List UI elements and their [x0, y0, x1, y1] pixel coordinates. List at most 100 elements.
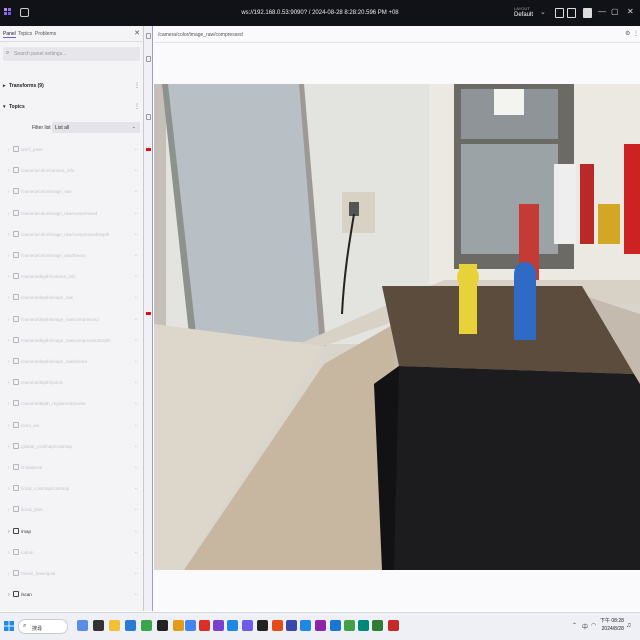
- topic-visibility-icon[interactable]: [13, 188, 19, 195]
- taskbar-clock[interactable]: 下午 08:28 2024/8/28: [600, 617, 624, 633]
- app-icon[interactable]: [199, 620, 210, 631]
- chevron-right-icon[interactable]: ›: [8, 189, 10, 195]
- chevron-down-icon[interactable]: ⌄: [540, 8, 546, 16]
- chevron-down-icon[interactable]: ⌄: [134, 591, 138, 597]
- app-icon[interactable]: [300, 620, 311, 631]
- chevron-down-icon[interactable]: ⌄: [134, 167, 138, 173]
- topic-visibility-icon[interactable]: [13, 230, 19, 237]
- chevron-down-icon[interactable]: ⌄: [134, 316, 138, 322]
- chevron-down-icon[interactable]: ⌄: [134, 188, 138, 194]
- topic-visibility-icon[interactable]: [13, 442, 19, 449]
- tab-topics[interactable]: Topics: [18, 31, 32, 37]
- app-icon[interactable]: [77, 620, 88, 631]
- foxglove-icon[interactable]: [242, 620, 253, 631]
- panel-icon[interactable]: [146, 56, 151, 62]
- chevron-right-icon[interactable]: ›: [8, 444, 10, 450]
- taskbar-search[interactable]: ⌕ 搜尋: [18, 619, 68, 634]
- chevron-down-icon[interactable]: ⌄: [134, 443, 138, 449]
- topic-visibility-icon[interactable]: [13, 315, 19, 322]
- chevron-right-icon[interactable]: ›: [8, 550, 10, 556]
- app-icon[interactable]: [141, 620, 152, 631]
- close-icon[interactable]: ✕: [627, 7, 634, 16]
- app-icon[interactable]: [93, 620, 104, 631]
- chevron-right-icon[interactable]: ›: [8, 338, 10, 344]
- chevron-right-icon[interactable]: ›: [8, 295, 10, 301]
- app-icon[interactable]: [344, 620, 355, 631]
- topic-row[interactable]: › /camera/color/image_raw/compressed ⌄: [0, 203, 143, 224]
- chrome-icon[interactable]: [185, 620, 196, 631]
- topic-row[interactable]: › /camera/color/image_raw ⌄: [0, 181, 143, 202]
- chevron-down-icon[interactable]: ⌄: [134, 379, 138, 385]
- camera-image[interactable]: [154, 84, 640, 570]
- chevron-down-icon[interactable]: ⌄: [134, 485, 138, 491]
- topic-row[interactable]: › /camera/depth/image_raw/theora ⌄: [0, 351, 143, 372]
- chevron-down-icon[interactable]: ⌄: [134, 549, 138, 555]
- topic-visibility-icon[interactable]: [13, 527, 19, 534]
- transforms-section[interactable]: ▸ Transforms (9): [3, 83, 44, 89]
- topic-visibility-icon[interactable]: [13, 421, 19, 428]
- chevron-right-icon[interactable]: ›: [8, 359, 10, 365]
- topic-visibility-icon[interactable]: [13, 146, 19, 152]
- chevron-down-icon[interactable]: ⌄: [134, 294, 138, 300]
- wifi-icon[interactable]: ◠: [591, 622, 596, 629]
- chevron-up-icon[interactable]: ⌃: [572, 622, 577, 629]
- topic-visibility-icon[interactable]: [13, 400, 19, 407]
- topic-row[interactable]: › /cmd_vel ⌄: [0, 415, 143, 436]
- panel-icon[interactable]: [146, 33, 151, 39]
- chevron-right-icon[interactable]: ›: [8, 253, 10, 259]
- notification-icon[interactable]: ♫: [626, 622, 631, 629]
- chevron-down-icon[interactable]: ⌄: [134, 231, 138, 237]
- windows-start-icon[interactable]: [4, 621, 14, 631]
- chevron-down-icon[interactable]: ⌄: [134, 400, 138, 406]
- topic-visibility-icon[interactable]: [13, 548, 19, 555]
- chevron-down-icon[interactable]: ⌄: [134, 210, 138, 216]
- chevron-down-icon[interactable]: ⌄: [134, 252, 138, 258]
- close-icon[interactable]: ✕: [134, 29, 140, 37]
- vscode-icon[interactable]: [125, 620, 136, 631]
- left-sidebar-icon[interactable]: [555, 8, 564, 18]
- topic-row[interactable]: › /local_plan ⌄: [0, 499, 143, 520]
- chevron-right-icon[interactable]: ›: [8, 274, 10, 280]
- chevron-down-icon[interactable]: ⌄: [134, 273, 138, 279]
- more-icon[interactable]: ⋮: [134, 82, 140, 89]
- topic-row[interactable]: › /global_costmap/costmap ⌄: [0, 436, 143, 457]
- app-icon[interactable]: [157, 620, 168, 631]
- topic-visibility-icon[interactable]: [13, 464, 19, 470]
- topic-visibility-icon[interactable]: [13, 358, 19, 364]
- terminal-icon[interactable]: [257, 620, 268, 631]
- more-icon[interactable]: ⋮: [633, 30, 639, 37]
- chevron-right-icon[interactable]: ›: [8, 571, 10, 577]
- topics-section[interactable]: ▾ Topics: [3, 104, 25, 110]
- chevron-down-icon[interactable]: ⌄: [134, 337, 138, 343]
- topic-row[interactable]: › amcl_pose ⌄: [0, 139, 143, 160]
- panel-icon[interactable]: [146, 114, 151, 120]
- app-icon[interactable]: [173, 620, 184, 631]
- filter-select[interactable]: List all ⌄: [52, 122, 140, 133]
- chevron-right-icon[interactable]: ›: [8, 465, 10, 471]
- app-icon[interactable]: [227, 620, 238, 631]
- user-icon[interactable]: [583, 8, 592, 18]
- topic-row[interactable]: › /camera/color/image_raw/compressedDepth…: [0, 224, 143, 245]
- topic-visibility-icon[interactable]: [13, 506, 19, 513]
- chevron-right-icon[interactable]: ›: [8, 232, 10, 238]
- language-indicator[interactable]: 中: [582, 622, 588, 631]
- topic-visibility-icon[interactable]: [13, 591, 19, 598]
- chevron-right-icon[interactable]: ›: [8, 168, 10, 174]
- app-icon[interactable]: [315, 620, 326, 631]
- topic-visibility-icon[interactable]: [13, 570, 19, 576]
- topic-row[interactable]: › /camera/depth/image_raw/compressed ⌄: [0, 309, 143, 330]
- chevron-down-icon[interactable]: ⌄: [134, 528, 138, 534]
- line-icon[interactable]: [372, 620, 383, 631]
- chevron-down-icon[interactable]: ⌄: [134, 358, 138, 364]
- topic-visibility-icon[interactable]: [13, 273, 19, 280]
- topic-row[interactable]: › /camera/depth_registered/points ⌄: [0, 393, 143, 414]
- topic-row[interactable]: › /map ⌄: [0, 521, 143, 542]
- search-input[interactable]: [14, 49, 134, 59]
- chevron-right-icon[interactable]: ›: [8, 147, 10, 153]
- tab-problems[interactable]: Problems: [35, 31, 56, 37]
- chevron-right-icon[interactable]: ›: [8, 317, 10, 323]
- app-icon[interactable]: [388, 620, 399, 631]
- topic-row[interactable]: › /camera/depth/image_raw ⌄: [0, 287, 143, 308]
- chevron-down-icon[interactable]: ⌄: [134, 422, 138, 428]
- file-explorer-icon[interactable]: [109, 620, 120, 631]
